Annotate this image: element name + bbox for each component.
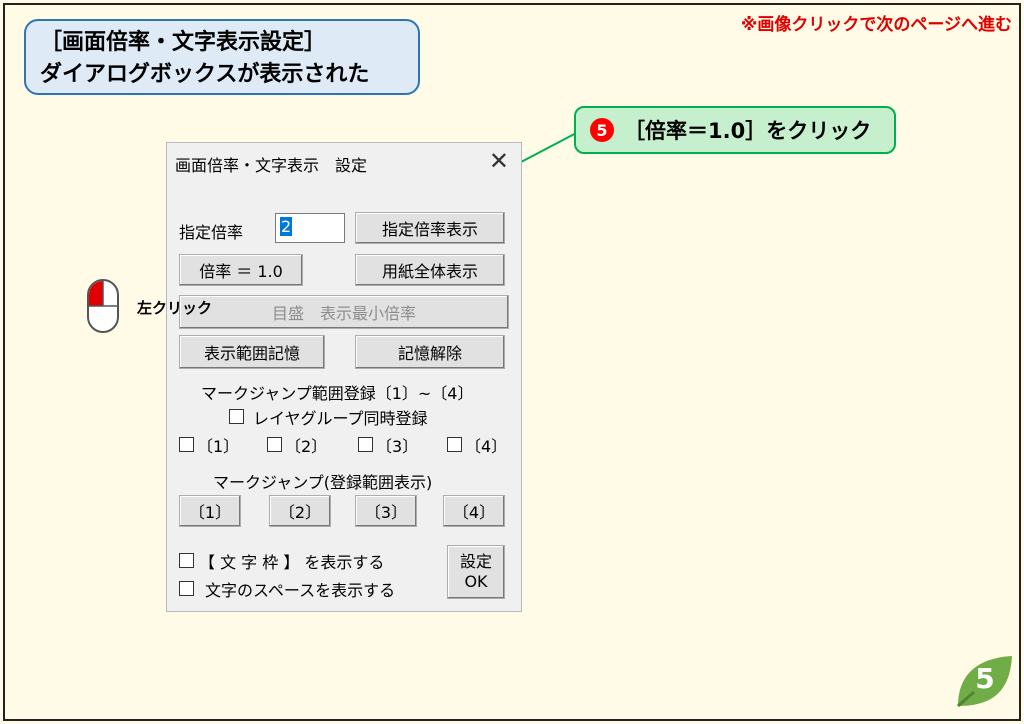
zoom-value: 2 — [280, 217, 293, 236]
register-checkbox-3[interactable] — [358, 437, 373, 452]
step-number-badge: 5 — [590, 118, 614, 142]
ok-button-line2: OK — [464, 572, 488, 591]
save-range-button[interactable]: 表示範囲記憶 — [179, 335, 325, 369]
register-label-2: 〔2〕 — [285, 437, 328, 456]
scale-min-zoom-button[interactable]: 目盛 表示最小倍率 — [179, 295, 509, 329]
jump-button-4[interactable]: 〔4〕 — [443, 495, 505, 527]
show-char-frame-checkbox[interactable] — [179, 553, 194, 568]
instruction-text: ［倍率＝1.0］をクリック — [624, 119, 872, 143]
page-number: 5 — [975, 662, 995, 695]
register-checkbox-4[interactable] — [447, 437, 462, 452]
zoom-settings-dialog: 画面倍率・文字表示 設定 ✕ 指定倍率 2 指定倍率表示 倍率 ＝ 1.0 用紙… — [166, 142, 522, 612]
show-char-space-label: 文字のスペースを表示する — [205, 581, 396, 600]
layer-group-checkbox[interactable] — [229, 409, 244, 424]
mouse-left-click-icon — [87, 279, 119, 333]
jump-button-2[interactable]: 〔2〕 — [269, 495, 331, 527]
register-label-4: 〔4〕 — [465, 437, 508, 456]
ratio-one-button[interactable]: 倍率 ＝ 1.0 — [179, 254, 303, 286]
ok-button[interactable]: 設定 OK — [447, 545, 505, 599]
zoom-label: 指定倍率 — [179, 223, 244, 242]
layer-group-label: レイヤグループ同時登録 — [253, 409, 428, 428]
jump-button-3[interactable]: 〔3〕 — [355, 495, 417, 527]
close-icon[interactable]: ✕ — [489, 147, 509, 175]
mark-jump-label: マークジャンプ(登録範囲表示) — [213, 473, 433, 492]
jump-button-1[interactable]: 〔1〕 — [179, 495, 241, 527]
show-zoom-button[interactable]: 指定倍率表示 — [355, 212, 505, 244]
register-label-1: 〔1〕 — [197, 437, 240, 456]
show-char-frame-label: 【 文 字 枠 】 を表示する — [199, 553, 385, 572]
register-label-3: 〔3〕 — [376, 437, 419, 456]
dialog-title: 画面倍率・文字表示 設定 — [175, 156, 368, 175]
register-checkbox-1[interactable] — [179, 437, 194, 452]
zoom-input[interactable]: 2 — [275, 213, 345, 243]
instruction-callout: 5 ［倍率＝1.0］をクリック — [574, 106, 896, 154]
ok-button-line1: 設定 — [459, 552, 492, 571]
mark-register-label: マークジャンプ範囲登録〔1〕~〔4〕 — [201, 384, 474, 403]
show-char-space-checkbox[interactable] — [179, 581, 194, 596]
clear-memory-button[interactable]: 記憶解除 — [355, 335, 505, 369]
whole-paper-button[interactable]: 用紙全体表示 — [355, 254, 505, 286]
left-click-label: 左クリック — [137, 299, 213, 317]
register-checkbox-2[interactable] — [267, 437, 282, 452]
